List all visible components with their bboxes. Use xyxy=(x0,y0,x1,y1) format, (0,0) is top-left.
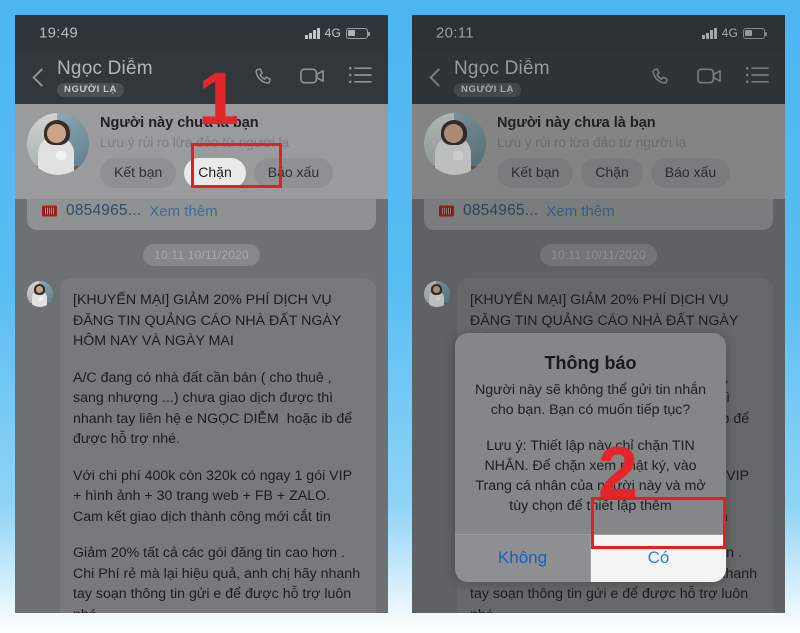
dialog-message: Người này sẽ không thể gửi tin nhắn cho … xyxy=(474,382,706,418)
message-bubble[interactable]: [KHUYẾN MẠI] GIẢM 20% PHÍ DỊCH VỤ ĐĂNG T… xyxy=(60,278,376,613)
dialog-title: Thông báo xyxy=(544,353,637,373)
highlight-box-block-button xyxy=(191,143,282,188)
menu-list-icon[interactable] xyxy=(348,66,374,90)
avatar-photo xyxy=(27,113,89,175)
avatar[interactable] xyxy=(27,113,89,175)
message-paragraph: A/C đang có nhà đất cần bán ( cho thuê ,… xyxy=(73,369,357,448)
see-more-link[interactable]: Xem thêm xyxy=(149,203,217,220)
phone-number-text[interactable]: 0854965... xyxy=(66,202,141,220)
status-indicators: 4G xyxy=(305,26,371,40)
comparison-stage: 19:49 4G Ngọc Diễm NGƯỜI LẠ Người này ch… xyxy=(0,0,800,633)
annotation-step-1: 1 xyxy=(198,57,240,140)
phone-number-row-left: 0854965... Xem thêm xyxy=(27,198,376,230)
header-actions xyxy=(252,66,374,90)
network-type-label: 4G xyxy=(324,26,341,40)
add-friend-button[interactable]: Kết bạn xyxy=(100,158,177,188)
message-row: [KHUYẾN MẠI] GIẢM 20% PHÍ DỊCH VỤ ĐĂNG T… xyxy=(27,278,376,613)
status-bar-left: 19:49 4G xyxy=(15,15,388,51)
status-badge: NGƯỜI LẠ xyxy=(57,82,124,97)
message-paragraph: Giảm 20% tất cả các gói đăng tin cao hơn… xyxy=(73,545,361,613)
video-call-icon[interactable] xyxy=(300,66,326,90)
telephone-icon xyxy=(41,203,58,219)
message-paragraph: [KHUYẾN MẠI] GIẢM 20% PHÍ DỊCH VỤ ĐĂNG T… xyxy=(73,292,345,349)
conversation-left: 10:11 10/11/2020 [KHUYẾN MẠI] GIẢM 20% P… xyxy=(15,230,388,613)
back-icon[interactable] xyxy=(25,65,51,91)
status-clock: 19:49 xyxy=(39,24,79,42)
daystamp: 10:11 10/11/2020 xyxy=(27,244,376,266)
message-paragraph: Với chi phí 400k còn 320k có ngay 1 gói … xyxy=(73,467,356,525)
daystamp-label: 10:11 10/11/2020 xyxy=(143,244,260,266)
battery-icon xyxy=(346,27,371,39)
signal-bars-icon xyxy=(305,27,320,39)
message-avatar[interactable] xyxy=(27,281,53,307)
avatar-photo xyxy=(27,281,53,307)
dialog-no-button[interactable]: Không xyxy=(455,535,590,582)
phone-call-icon[interactable] xyxy=(252,66,278,90)
annotation-step-2: 2 xyxy=(598,433,639,513)
